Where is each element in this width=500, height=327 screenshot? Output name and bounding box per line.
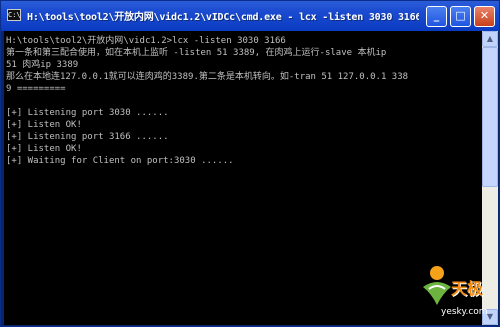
console-line: 9 ========= <box>6 84 66 94</box>
console-line: [+] Listening port 3166 ...... <box>6 132 169 142</box>
watermark-site: yesky.com <box>441 307 488 317</box>
close-button[interactable]: ✕ <box>474 6 495 27</box>
minimize-button[interactable]: _ <box>426 6 447 27</box>
scrollbar-thumb[interactable] <box>482 47 498 187</box>
console-line: H:\tools\tool2\开放内网\vidc1.2>lcx -listen … <box>6 36 286 46</box>
console-text: H:\tools\tool2\开放内网\vidc1.2>lcx -listen … <box>4 31 482 167</box>
console-line: [+] Waiting for Client on port:3030 ....… <box>6 156 234 166</box>
scroll-up-arrow-icon[interactable]: ▲ <box>482 31 498 47</box>
console-line: [+] Listening port 3030 ...... <box>6 108 169 118</box>
console-output[interactable]: H:\tools\tool2\开放内网\vidc1.2>lcx -listen … <box>4 31 482 325</box>
console-window: C:\ H:\tools\tool2\开放内网\vidc1.2\vIDCc\cm… <box>0 0 500 327</box>
title-bar[interactable]: C:\ H:\tools\tool2\开放内网\vidc1.2\vIDCc\cm… <box>1 1 499 31</box>
watermark-brand: 天极 <box>451 279 484 298</box>
console-line: [+] Listen OK! <box>6 144 82 154</box>
console-line: 第一条和第三配合使用，如在本机上监听 -listen 51 3389, 在肉鸡上… <box>6 48 387 58</box>
yesky-logo-icon <box>423 266 451 305</box>
console-line: 51 肉鸡ip 3389 <box>6 60 79 70</box>
console-line: 那么在本地连127.0.0.1就可以连肉鸡的3389.第二条是本机转向。如-tr… <box>6 72 409 82</box>
cmd-app-icon[interactable]: C:\ <box>7 9 21 21</box>
watermark: 天极 yesky.com <box>419 263 499 325</box>
maximize-button[interactable]: □ <box>450 6 471 27</box>
console-line: [+] Listen OK! <box>6 120 82 130</box>
window-title: H:\tools\tool2\开放内网\vidc1.2\vIDCc\cmd.ex… <box>27 12 419 23</box>
